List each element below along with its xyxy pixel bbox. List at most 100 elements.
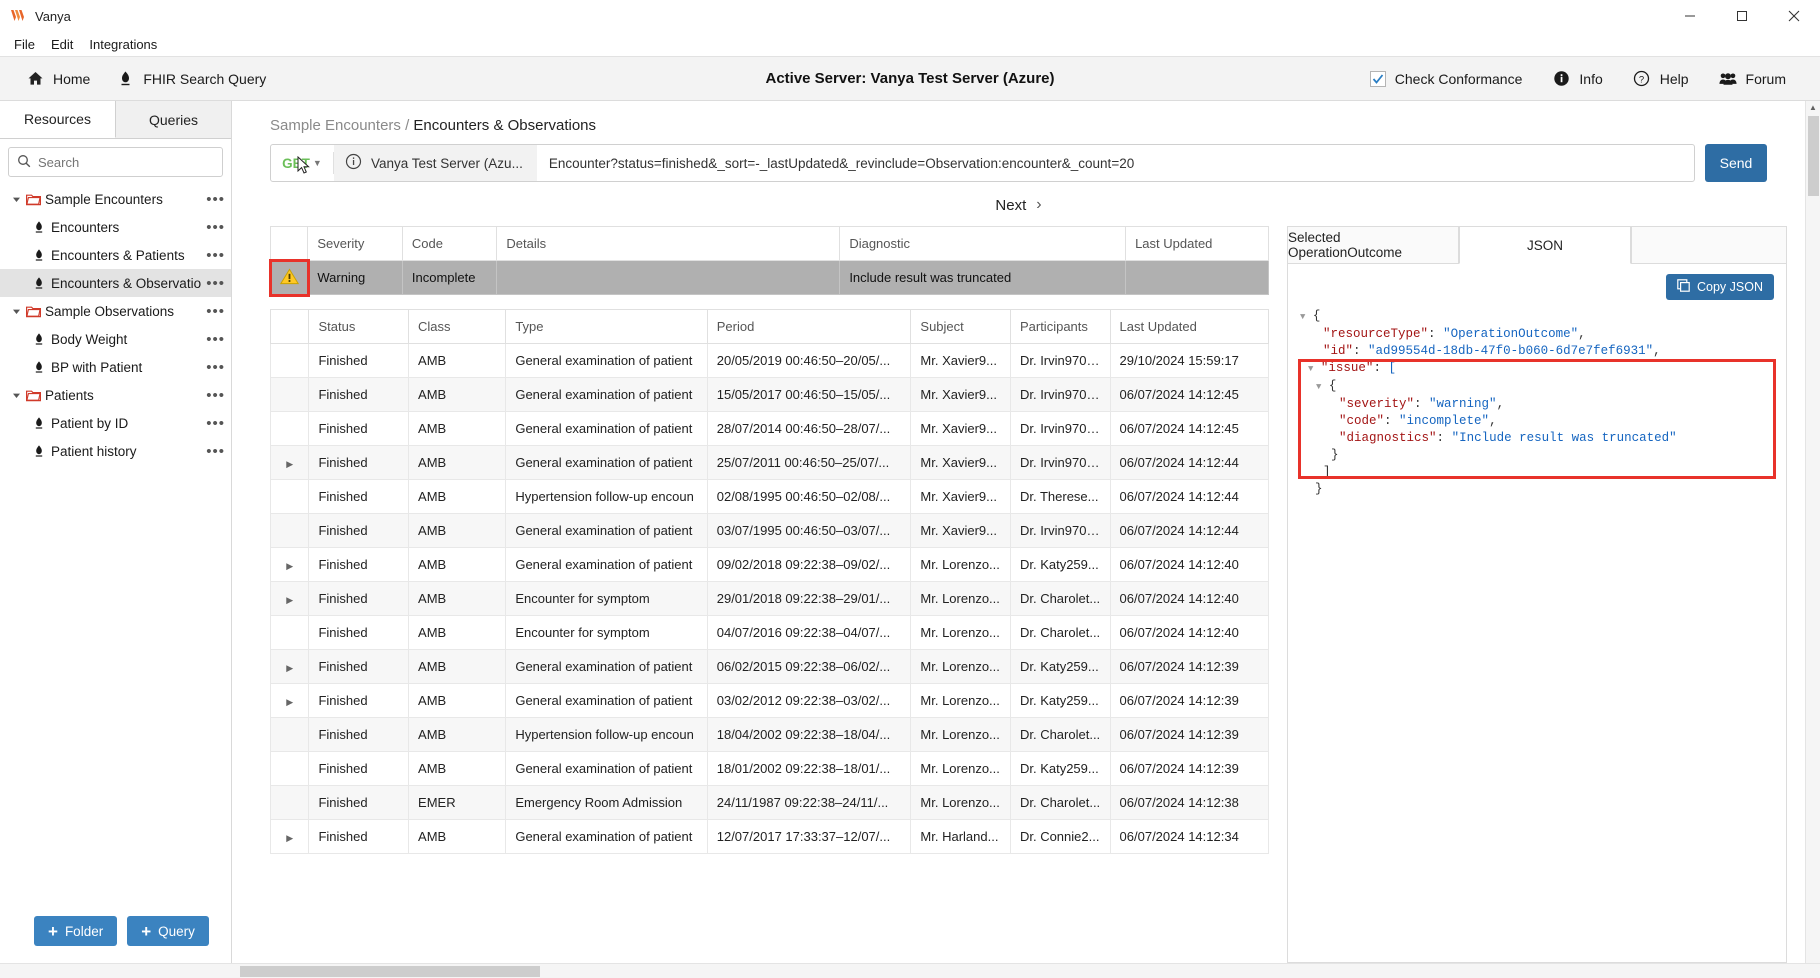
more-options-icon[interactable]: ••• [202, 387, 225, 404]
cell-participants[interactable]: Dr. Katy259... [1009, 683, 1111, 718]
more-options-icon[interactable]: ••• [202, 415, 225, 432]
forum-button[interactable]: Forum [1718, 70, 1786, 88]
table-row[interactable]: Finished AMB Encounter for symptom 04/07/20… [270, 615, 1269, 650]
expand-row-icon[interactable]: ▶ [270, 819, 310, 854]
table-row[interactable]: Finished AMB Hypertension follow-up encoun… [270, 479, 1269, 514]
column-header[interactable]: Class [408, 309, 507, 344]
column-header[interactable]: Type [505, 309, 708, 344]
json-collapse-caret[interactable]: ▼ [1308, 364, 1313, 374]
cell-participants[interactable]: Dr. Charolet... [1009, 717, 1111, 752]
column-header[interactable]: Severity [307, 226, 403, 261]
table-row[interactable]: ▶ Finished AMB General examination of patie… [270, 649, 1269, 684]
cell-subject[interactable]: Mr. Xavier9... [910, 513, 1011, 548]
encounters-scroll-area[interactable]: Status Class Type Period Subject Participants… [270, 309, 1269, 854]
cell-subject[interactable]: Mr. Lorenzo... [910, 547, 1011, 582]
cell-participants[interactable]: Dr. Irvin970 ... [1009, 377, 1111, 412]
cell-participants[interactable]: Dr. Therese... [1009, 479, 1111, 514]
menu-item-integrations[interactable]: Integrations [81, 35, 165, 54]
table-row[interactable]: Warning Incomplete Include result was trun… [268, 258, 1269, 297]
json-collapse-caret[interactable]: ▼ [1316, 382, 1321, 392]
more-options-icon[interactable]: ••• [202, 191, 225, 208]
cell-participants[interactable]: Dr. Katy259... [1009, 547, 1111, 582]
more-options-icon[interactable]: ••• [202, 275, 225, 292]
cell-subject[interactable]: Mr. Lorenzo... [910, 751, 1011, 786]
expand-row-icon[interactable]: ▶ [270, 445, 310, 480]
table-row[interactable]: Finished AMB General examination of patien… [270, 751, 1269, 786]
cell-subject[interactable]: Mr. Lorenzo... [910, 683, 1011, 718]
table-row[interactable]: ▶ Finished AMB General examination of patie… [270, 547, 1269, 582]
info-button[interactable]: Info [1552, 70, 1603, 88]
cell-participants[interactable]: Dr. Irvin970 ... [1009, 411, 1111, 446]
column-header[interactable] [270, 309, 310, 344]
help-button[interactable]: ? Help [1633, 70, 1689, 88]
column-header[interactable]: Last Updated [1109, 309, 1269, 344]
column-header[interactable]: Code [401, 226, 498, 261]
expand-row-icon[interactable]: ▶ [270, 547, 310, 582]
sidebar-item-encounters[interactable]: Encounters ••• [0, 213, 231, 241]
menu-item-edit[interactable]: Edit [43, 35, 81, 54]
fhir-search-query-button[interactable]: FHIR Search Query [116, 70, 266, 88]
cell-subject[interactable]: Mr. Xavier9... [910, 479, 1011, 514]
column-header[interactable]: Subject [910, 309, 1011, 344]
sidebar-item-patient-history[interactable]: Patient history ••• [0, 437, 231, 465]
home-button[interactable]: Home [26, 70, 90, 88]
cell-subject[interactable]: Mr. Lorenzo... [910, 581, 1011, 616]
tab-selected-operationoutcome[interactable]: Selected OperationOutcome [1287, 226, 1459, 264]
column-header[interactable]: Last Updated [1125, 226, 1269, 261]
more-options-icon[interactable]: ••• [202, 359, 225, 376]
cell-participants[interactable]: Dr. Charolet... [1009, 581, 1111, 616]
more-options-icon[interactable]: ••• [202, 219, 225, 236]
expand-row-icon[interactable]: ▶ [270, 649, 310, 684]
cell-subject[interactable]: Mr. Xavier9... [910, 377, 1011, 412]
cell-subject[interactable]: Mr. Lorenzo... [910, 785, 1011, 820]
sidebar-item-body-weight[interactable]: Body Weight ••• [0, 325, 231, 353]
more-options-icon[interactable]: ••• [202, 247, 225, 264]
cell-subject[interactable]: Mr. Lorenzo... [910, 649, 1011, 684]
cell-participants[interactable]: Dr. Katy259... [1009, 649, 1111, 684]
caret-down-icon[interactable] [8, 391, 24, 400]
check-conformance-checkbox[interactable]: Check Conformance [1369, 70, 1522, 87]
cell-participants[interactable]: Dr. Charolet... [1009, 785, 1111, 820]
scrollbar-thumb[interactable] [240, 965, 540, 977]
table-row[interactable]: ▶ Finished AMB General examination of patie… [270, 819, 1269, 854]
cell-participants[interactable]: Dr. Irvin970 ... [1009, 445, 1111, 480]
cell-subject[interactable]: Mr. Lorenzo... [910, 717, 1011, 752]
json-collapse-caret[interactable]: ▼ [1300, 312, 1305, 322]
sidebar-item-bp-with-patient[interactable]: BP with Patient ••• [0, 353, 231, 381]
table-row[interactable]: ▶ Finished AMB General examination of patie… [270, 683, 1269, 718]
window-horizontal-scrollbar[interactable] [0, 963, 1820, 978]
cell-participants[interactable]: Dr. Charolet... [1009, 615, 1111, 650]
column-header[interactable]: Details [496, 226, 841, 261]
scrollbar-thumb[interactable] [1807, 116, 1819, 196]
tab-queries[interactable]: Queries [116, 101, 231, 138]
sidebar-item-patients[interactable]: Patients ••• [0, 381, 231, 409]
add-query-button[interactable]: + Query [127, 916, 209, 946]
table-row[interactable]: Finished AMB Hypertension follow-up encoun… [270, 717, 1269, 752]
cell-subject[interactable]: Mr. Harland... [910, 819, 1011, 854]
sidebar-item-sample-encounters[interactable]: Sample Encounters ••• [0, 185, 231, 213]
expand-row-icon[interactable]: ▶ [270, 683, 310, 718]
cell-subject[interactable]: Mr. Xavier9... [910, 445, 1011, 480]
more-options-icon[interactable]: ••• [202, 443, 225, 460]
table-row[interactable]: Finished AMB General examination of patien… [270, 411, 1269, 446]
query-input-group[interactable]: GET ▼ Vanya Test Server (Azu... Encounte [270, 144, 1695, 182]
table-row[interactable]: Finished AMB General examination of patien… [270, 343, 1269, 378]
cell-participants[interactable]: Dr. Katy259... [1009, 751, 1111, 786]
caret-down-icon[interactable] [8, 195, 24, 204]
column-header[interactable]: Participants [1009, 309, 1111, 344]
maximize-button[interactable] [1716, 0, 1768, 32]
table-row[interactable]: Finished AMB General examination of patien… [270, 377, 1269, 412]
json-content[interactable]: ▼ { "resourceType": "OperationOutcome", … [1298, 308, 1776, 498]
expand-row-icon[interactable]: ▶ [270, 581, 310, 616]
window-vertical-scrollbar[interactable]: ▲ [1805, 101, 1820, 963]
caret-down-icon[interactable] [8, 307, 24, 316]
tab-resources[interactable]: Resources [0, 101, 116, 138]
chevron-right-icon[interactable]: › [1036, 196, 1041, 214]
http-method-selector[interactable]: GET ▼ [271, 145, 333, 181]
menu-item-file[interactable]: File [6, 35, 43, 54]
breadcrumb-parent[interactable]: Sample Encounters [270, 117, 401, 134]
sidebar-item-patient-by-id[interactable]: Patient by ID ••• [0, 409, 231, 437]
send-button[interactable]: Send [1705, 144, 1767, 182]
warning-triangle-icon[interactable] [268, 258, 310, 297]
cell-subject[interactable]: Mr. Xavier9... [910, 411, 1011, 446]
